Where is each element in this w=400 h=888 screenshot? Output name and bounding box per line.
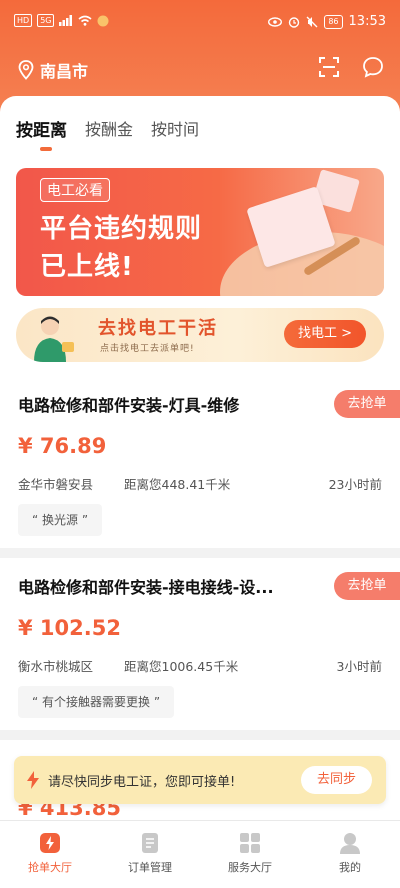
location-pin-icon	[18, 60, 34, 80]
order-price: ¥ 102.52	[18, 616, 121, 640]
order-time: 23小时前	[328, 477, 382, 492]
tab-by-time[interactable]: 按时间	[151, 116, 199, 141]
order-card[interactable]: 电路检修和部件安装-灯具-维修 去抢单 ¥ 76.89 金华市磐安县 距离您44…	[0, 376, 400, 548]
notice-text: 请尽快同步电工证，您即可接单!	[48, 775, 236, 790]
scan-icon[interactable]	[318, 56, 340, 78]
city-selector[interactable]: 南昌市	[18, 58, 88, 82]
order-distance: 距离您1006.45千米	[124, 659, 239, 674]
card-divider	[0, 730, 400, 740]
find-electrician-banner[interactable]: 去找电工干活 点击找电工去派单吧! 找电工 >	[16, 308, 384, 362]
sort-tabs: 按距离 按酬金 按时间	[16, 116, 199, 151]
signal-icon	[59, 15, 73, 26]
message-icon[interactable]	[362, 56, 384, 78]
main-sheet: 按距离 按酬金 按时间 电工必看 平台违约规则 已上线! 去找电工干活 点击找电…	[0, 96, 400, 820]
nav-profile[interactable]: 我的	[300, 821, 400, 888]
sync-button[interactable]: 去同步	[300, 766, 372, 794]
rules-banner[interactable]: 电工必看 平台违约规则 已上线!	[16, 168, 384, 296]
app-notification-icon	[97, 15, 109, 26]
nav-label: 抢单大厅	[28, 861, 72, 874]
profile-icon	[340, 833, 360, 854]
strip-title: 去找电工干活	[98, 318, 218, 339]
service-grid-icon	[240, 833, 260, 853]
nav-orders[interactable]: 订单管理	[100, 821, 200, 888]
eye-icon	[268, 16, 283, 27]
card-divider	[0, 548, 400, 558]
order-price: ¥ 76.89	[18, 434, 107, 458]
nav-service-hall[interactable]: 服务大厅	[200, 821, 300, 888]
nav-label: 订单管理	[128, 861, 172, 874]
bottom-nav: 抢单大厅 订单管理 服务大厅 我的	[0, 820, 400, 888]
city-name: 南昌市	[40, 62, 89, 81]
grab-order-button[interactable]: 去抢单	[334, 572, 400, 600]
order-time: 3小时前	[336, 659, 382, 674]
strip-subtitle: 点击找电工去派单吧!	[100, 344, 195, 354]
alarm-icon	[289, 16, 300, 28]
order-location: 衡水市桃城区	[18, 659, 94, 674]
banner-tag: 电工必看	[40, 178, 110, 202]
nav-label: 服务大厅	[228, 861, 272, 874]
order-note: “ 换光源 ”	[18, 504, 103, 536]
order-title: 电路检修和部件安装-接电接线-设...	[18, 578, 274, 597]
grab-hall-icon	[40, 833, 60, 853]
tab-by-reward[interactable]: 按酬金	[85, 116, 133, 141]
battery-indicator: 86	[324, 14, 343, 29]
status-time: 13:53	[348, 14, 386, 29]
order-icon	[142, 833, 158, 853]
status-bar: HD 5G 86 13:53	[0, 0, 400, 42]
hd-indicator: HD	[14, 14, 33, 27]
lightning-icon	[27, 771, 39, 789]
mute-icon	[306, 16, 318, 27]
nav-grab-hall[interactable]: 抢单大厅	[0, 821, 100, 888]
banner-headline: 平台违约规则 已上线!	[40, 210, 202, 286]
banner-line-2: 已上线!	[40, 252, 134, 282]
grab-order-button[interactable]: 去抢单	[334, 390, 400, 418]
order-location: 金华市磐安县	[18, 477, 94, 492]
order-distance: 距离您448.41千米	[124, 477, 231, 492]
electrician-avatar-icon	[34, 316, 74, 362]
wifi-icon	[78, 15, 92, 26]
network-indicator: 5G	[37, 14, 55, 27]
nav-label: 我的	[339, 861, 361, 874]
banner-line-1: 平台违约规则	[40, 214, 203, 244]
find-electrician-button[interactable]: 找电工 >	[283, 320, 366, 348]
order-note: “ 有个接触器需要更换 ”	[18, 686, 175, 718]
tab-by-distance[interactable]: 按距离	[16, 116, 67, 151]
order-title: 电路检修和部件安装-灯具-维修	[18, 396, 240, 415]
certificate-sync-notice: 请尽快同步电工证，您即可接单! 去同步	[14, 756, 386, 804]
location-bar: 南昌市	[0, 52, 400, 88]
order-card[interactable]: 电路检修和部件安装-接电接线-设... 去抢单 ¥ 102.52 衡水市桃城区 …	[0, 558, 400, 730]
